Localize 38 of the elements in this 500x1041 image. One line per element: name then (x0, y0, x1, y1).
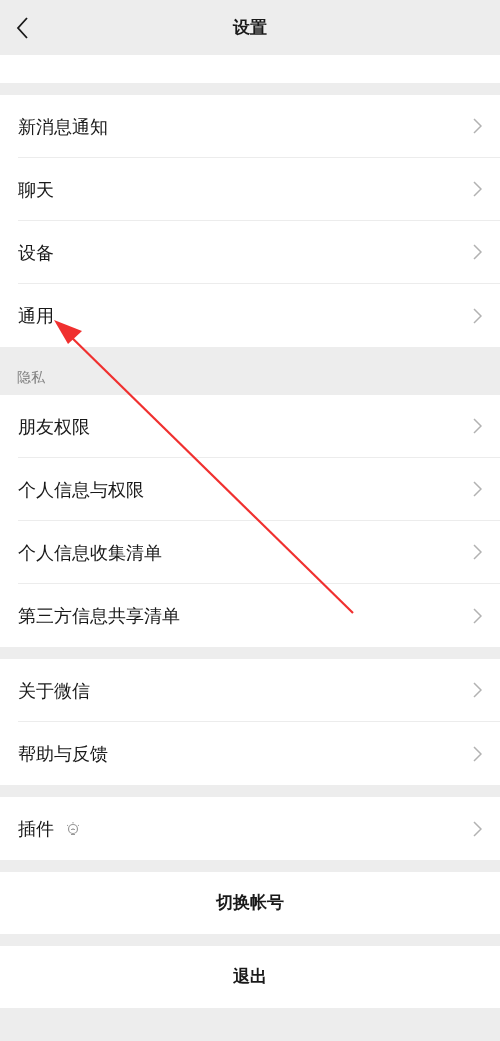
page-title: 设置 (233, 15, 267, 39)
chevron-icon (473, 181, 482, 197)
chevron-icon (473, 307, 482, 324)
chevron-icon (473, 820, 482, 837)
chevron-icon (473, 607, 482, 624)
row-label: 通用 (18, 304, 54, 328)
chevron-icon (473, 745, 482, 762)
settings-row[interactable]: 关于微信 (18, 659, 500, 722)
settings-row[interactable]: 通用 (18, 284, 500, 347)
row-label: 设备 (18, 240, 54, 265)
settings-row[interactable]: 聊天 (18, 158, 500, 221)
row-label: 个人信息与权限 (18, 477, 144, 502)
row-label: 关于微信 (18, 678, 90, 703)
list-button[interactable]: 退出 (233, 964, 267, 990)
settings-row[interactable]: 设备 (18, 221, 500, 284)
settings-row[interactable]: 个人信息与权限 (18, 458, 500, 521)
bulb-icon (66, 820, 80, 837)
settings-row[interactable]: 个人信息收集清单 (18, 521, 500, 584)
row-label: 第三方信息共享清单 (18, 604, 180, 628)
chevron-icon (473, 481, 482, 497)
settings-row[interactable]: 朋友权限 (18, 395, 500, 458)
chevron-icon (473, 544, 482, 560)
settings-row[interactable]: 新消息通知 (18, 95, 500, 158)
back-icon[interactable] (16, 17, 29, 39)
chevron-icon (473, 244, 482, 260)
row-label: 朋友权限 (18, 414, 90, 439)
chevron-icon (473, 682, 482, 698)
chevron-icon (473, 418, 482, 434)
section-label: 隐私 (17, 368, 45, 387)
row-label: 插件 (18, 817, 54, 841)
settings-row[interactable]: 帮助与反馈 (18, 722, 500, 785)
row-label: 聊天 (18, 177, 54, 202)
row-label: 帮助与反馈 (18, 742, 108, 766)
row-label: 新消息通知 (18, 114, 108, 139)
settings-row[interactable]: 第三方信息共享清单 (18, 584, 500, 647)
row-label: 个人信息收集清单 (18, 540, 162, 565)
list-button[interactable]: 切换帐号 (216, 890, 284, 916)
chevron-icon (473, 118, 482, 134)
